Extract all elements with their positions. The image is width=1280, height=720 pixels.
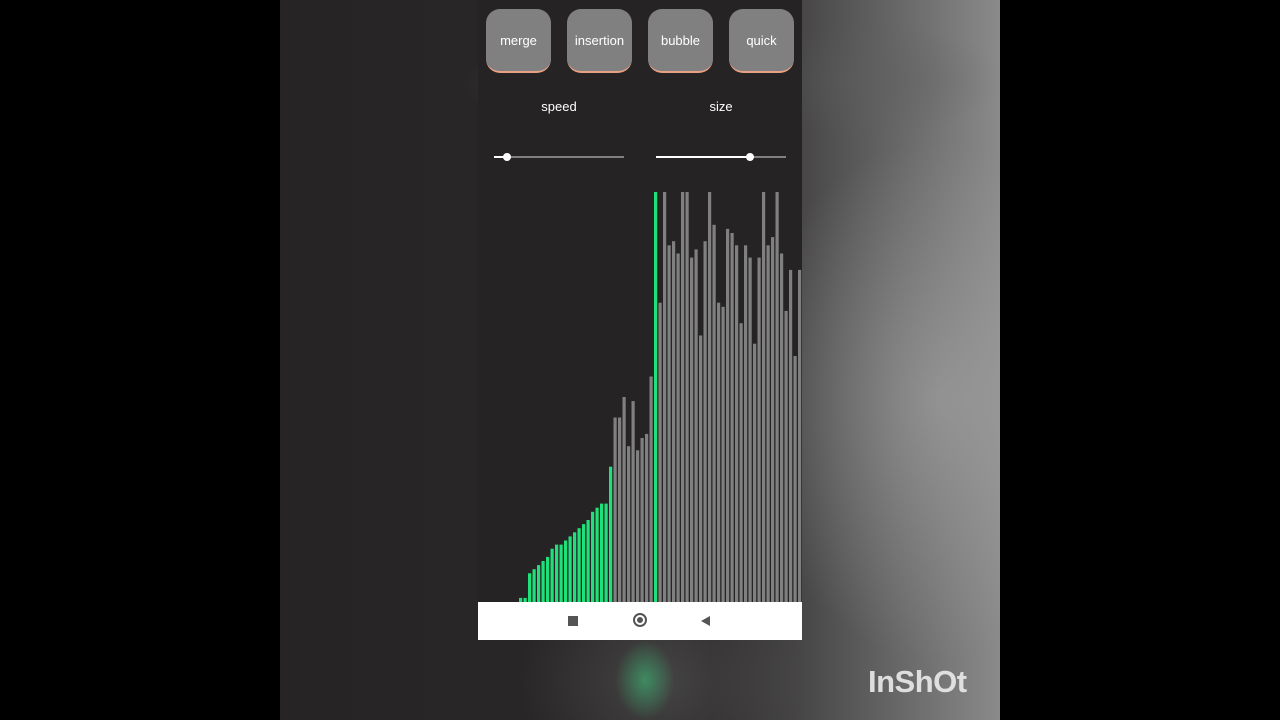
bar-29 (622, 397, 626, 602)
bar-21 (586, 520, 590, 602)
sorting-bar-chart (519, 192, 802, 602)
bar-12 (546, 556, 550, 602)
bar-39 (667, 245, 671, 602)
bar-28 (618, 417, 622, 602)
speed-slider[interactable] (494, 150, 624, 164)
bar-20 (582, 524, 586, 602)
bar-34 (645, 433, 649, 602)
bar-50 (717, 302, 721, 602)
bar-43 (685, 192, 689, 602)
recents-square-icon[interactable] (568, 616, 578, 626)
bar-54 (735, 245, 739, 602)
bar-61 (766, 245, 770, 602)
home-circle-icon[interactable] (633, 613, 647, 627)
bar-58 (753, 343, 757, 602)
bar-53 (730, 233, 734, 602)
size-slider-fill (656, 156, 750, 158)
bar-37 (658, 302, 662, 602)
bar-63 (775, 192, 779, 602)
bar-25 (604, 503, 608, 602)
bar-40 (672, 241, 676, 602)
bar-42 (681, 192, 685, 602)
bar-13 (550, 548, 554, 602)
size-slider-thumb[interactable] (745, 153, 754, 161)
bar-31 (631, 401, 635, 602)
bar-19 (577, 528, 581, 602)
phone-screen: merge insertion bubble quick speed size (478, 0, 802, 640)
bar-64 (780, 253, 784, 602)
quick-sort-button[interactable]: quick (729, 9, 794, 73)
bar-36 (654, 192, 658, 602)
bar-44 (690, 257, 694, 602)
speed-label: speed (541, 99, 577, 114)
bar-35 (649, 376, 653, 602)
bar-32 (636, 450, 640, 602)
size-label: size (709, 99, 733, 114)
bar-65 (784, 310, 788, 602)
android-nav-bar (478, 602, 802, 640)
bar-57 (748, 257, 752, 602)
bar-38 (663, 192, 667, 602)
bar-24 (600, 503, 604, 602)
bar-33 (640, 438, 644, 602)
bar-67 (793, 356, 797, 602)
bar-48 (708, 192, 712, 602)
bar-27 (613, 417, 617, 602)
bar-18 (573, 532, 577, 602)
back-triangle-icon[interactable] (701, 616, 710, 626)
bar-68 (798, 269, 802, 602)
bar-8 (528, 573, 532, 602)
bar-59 (757, 257, 761, 602)
bar-45 (694, 249, 698, 602)
bar-62 (771, 237, 775, 602)
bar-56 (744, 245, 748, 602)
blurred-background-highlight (615, 640, 675, 720)
bar-9 (532, 569, 536, 602)
bar-16 (564, 540, 568, 602)
bar-46 (699, 335, 703, 602)
bar-49 (712, 224, 716, 602)
bar-22 (591, 511, 595, 602)
bar-60 (762, 192, 766, 602)
bar-41 (676, 253, 680, 602)
size-slider[interactable] (656, 150, 786, 164)
bar-23 (595, 507, 599, 602)
inshot-watermark: InShOt (868, 664, 967, 699)
bar-14 (555, 544, 559, 602)
speed-slider-thumb[interactable] (503, 153, 511, 161)
insertion-sort-button[interactable]: insertion (567, 9, 632, 73)
bar-55 (739, 323, 743, 602)
bar-15 (559, 544, 563, 602)
bar-47 (703, 241, 707, 602)
bar-30 (627, 446, 631, 602)
bar-11 (541, 561, 545, 602)
merge-sort-button[interactable]: merge (486, 9, 551, 73)
bar-10 (537, 565, 541, 602)
speed-slider-track (494, 156, 624, 158)
bar-52 (726, 228, 730, 602)
bar-66 (789, 269, 793, 602)
bar-26 (609, 466, 613, 602)
bubble-sort-button[interactable]: bubble (648, 9, 713, 73)
bar-17 (568, 536, 572, 602)
bar-51 (721, 306, 725, 602)
